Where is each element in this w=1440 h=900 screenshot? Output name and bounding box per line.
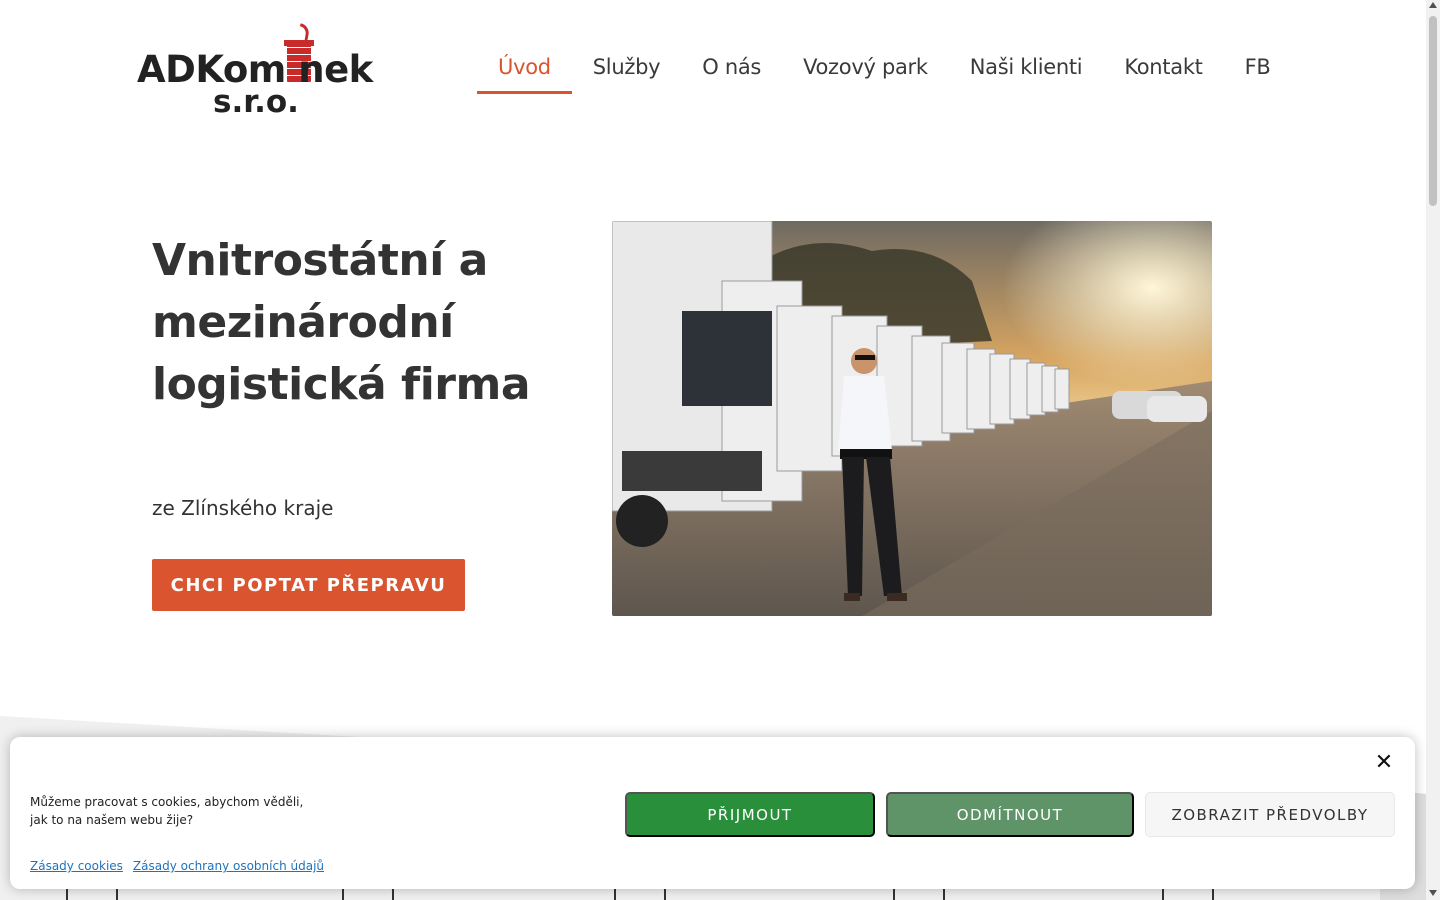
nav-item-kontakt[interactable]: Kontakt <box>1103 55 1223 91</box>
close-icon[interactable]: ✕ <box>1373 750 1395 775</box>
hero-subtitle: ze Zlínského kraje <box>152 496 334 520</box>
hero-photo <box>612 221 1212 616</box>
deny-cookies-button[interactable]: ODMÍTNOUT <box>886 792 1134 837</box>
request-transport-button[interactable]: CHCI POPTAT PŘEPRAVU <box>152 559 465 611</box>
privacy-policy-link[interactable]: Zásady ochrany osobních údajů <box>133 859 324 873</box>
logo-text-suffix: s.r.o. <box>213 84 299 120</box>
cookie-policy-link[interactable]: Zásady cookies <box>30 859 123 873</box>
nav-item-fb[interactable]: FB <box>1224 55 1292 91</box>
vertical-scrollbar[interactable] <box>1426 0 1440 900</box>
cookie-message: Můžeme pracovat s cookies, abychom věděl… <box>30 795 304 827</box>
nav-item-uvod[interactable]: Úvod <box>477 55 572 94</box>
cookie-preferences-button[interactable]: ZOBRAZIT PŘEDVOLBY <box>1145 792 1395 837</box>
smoke-icon <box>297 23 311 41</box>
accept-cookies-button[interactable]: PŘIJMOUT <box>625 792 875 837</box>
nav-item-o-nas[interactable]: O nás <box>681 55 782 91</box>
nav-item-sluzby[interactable]: Služby <box>572 55 681 91</box>
cookie-policy-links: Zásady cookies Zásady ochrany osobních ú… <box>30 859 324 873</box>
main-nav: Úvod Služby O nás Vozový park Naši klien… <box>477 55 1292 94</box>
scrollbar-thumb[interactable] <box>1429 16 1437 206</box>
site-logo[interactable]: ADKom nek s.r.o. <box>137 22 397 122</box>
nav-item-nasi-klienti[interactable]: Naši klienti <box>949 55 1104 91</box>
hero-title: Vnitrostátní a mezinárodní logistická fi… <box>152 235 531 410</box>
scroll-down-arrow-icon[interactable] <box>1429 890 1437 896</box>
nav-item-vozovy-park[interactable]: Vozový park <box>782 55 949 91</box>
page: ADKom nek s.r.o. Úvod Služby O nás Vozov… <box>0 0 1440 900</box>
scroll-up-arrow-icon[interactable] <box>1429 2 1437 8</box>
trucks-photo-illustration <box>612 221 1212 616</box>
cookie-consent-banner: ✕ Můžeme pracovat s cookies, abychom věd… <box>10 737 1415 889</box>
